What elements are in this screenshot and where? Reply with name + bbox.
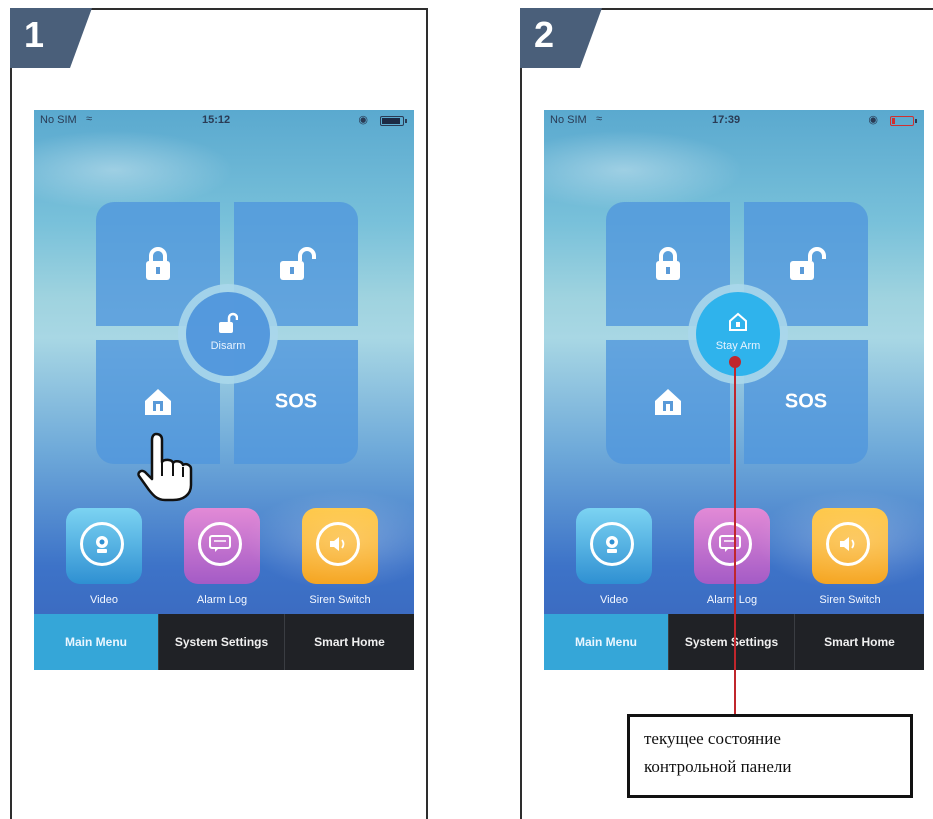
annotation-callout: текущее состояние контрольной панели [627,714,913,798]
sos-label: SOS [274,390,318,413]
siren-switch-app[interactable]: Siren Switch [810,508,890,606]
step-panel-2: 2 No SIM ≈ 17:39 ◉ SOS Stay Arm Video Al… [520,8,933,819]
status-bar: No SIM ≈ 17:39 ◉ [544,110,924,132]
alarm-log-label: Alarm Log [196,594,248,606]
siren-switch-label: Siren Switch [819,594,881,606]
step-panel-1: 1 No SIM ≈ 15:12 ◉ SOS Disarm Video Alar… [10,8,428,819]
status-time: 17:39 [712,114,741,126]
alarm-log-app[interactable]: Alarm Log [182,508,262,606]
wifi-icon: ≈ [596,113,603,125]
app-circle [590,522,634,566]
video-label: Video [90,594,118,606]
status-time: 15:12 [202,114,231,126]
siren-switch-label: Siren Switch [309,594,371,606]
video-app[interactable]: Video [64,508,144,606]
app-circle [826,522,870,566]
speaker-icon [330,537,345,551]
status-ring: Stay Arm [688,284,788,384]
rotation-lock-icon: ◉ [358,114,368,126]
carrier-label: No SIM [40,114,77,126]
annotation-line-1: текущее состояние [644,729,781,748]
step-badge: 1 [10,8,92,68]
app-circle [198,522,242,566]
step-number: 1 [24,14,45,55]
siren-switch-app[interactable]: Siren Switch [300,508,380,606]
video-app[interactable]: Video [574,508,654,606]
status-ring: Disarm [178,284,278,384]
wifi-icon: ≈ [86,113,93,125]
badge-shape [10,8,92,68]
padlock-open-icon [790,247,826,280]
arm-control-pad: SOS Stay Arm [606,202,870,466]
alarm-log-label: Alarm Log [706,594,758,606]
tab-main-menu[interactable]: Main Menu [34,614,158,670]
padlock-closed-icon [656,247,680,280]
alarm-log-tile[interactable] [694,508,770,584]
app-circle [80,522,124,566]
battery-icon [890,116,917,126]
video-label: Video [600,594,628,606]
step-number: 2 [534,14,555,55]
tab-system-settings[interactable]: System Settings [158,614,284,670]
camera-icon [606,536,618,553]
home-lock-icon [729,312,747,331]
chat-log-icon [209,535,231,552]
tab-system-settings[interactable]: System Settings [668,614,794,670]
app-circle [316,522,360,566]
app-row: Video Alarm Log Siren Switch [34,508,414,618]
tab-smart-home[interactable]: Smart Home [284,614,414,670]
app-circle [708,522,752,566]
annotation-leader-line [734,362,736,714]
bottom-tab-bar: Main Menu System Settings Smart Home [34,614,414,670]
step-badge: 2 [520,8,602,68]
alarm-log-tile[interactable] [184,508,260,584]
status-bar: No SIM ≈ 15:12 ◉ [34,110,414,132]
carrier-label: No SIM [550,114,587,126]
padlock-open-icon [280,247,316,280]
current-status-label: Disarm [210,340,246,352]
annotation-pointer-dot [729,356,741,368]
pointing-hand-icon [137,432,193,502]
battery-icon [380,116,407,126]
alarm-log-app[interactable]: Alarm Log [692,508,772,606]
chat-log-icon [719,535,741,552]
video-tile[interactable] [576,508,652,584]
current-status-label: Stay Arm [715,340,761,352]
battery-fill [382,118,400,124]
badge-shape [520,8,602,68]
phone-screen: No SIM ≈ 15:12 ◉ SOS Disarm Video Alarm … [34,110,414,680]
arm-control-pad: SOS Disarm [96,202,360,466]
siren-switch-tile[interactable] [812,508,888,584]
battery-fill [892,118,895,124]
speaker-icon [840,537,855,551]
home-lock-icon [655,389,681,415]
rotation-lock-icon: ◉ [868,114,878,126]
padlock-open-icon [219,312,238,333]
tab-main-menu[interactable]: Main Menu [544,614,668,670]
padlock-closed-icon [146,247,170,280]
siren-switch-tile[interactable] [302,508,378,584]
camera-icon [96,536,108,553]
annotation-line-2: контрольной панели [644,757,792,776]
current-status-button[interactable]: Disarm [186,292,270,376]
home-lock-icon [145,389,171,415]
tab-smart-home[interactable]: Smart Home [794,614,924,670]
screen-bottom-edge [34,670,414,680]
video-tile[interactable] [66,508,142,584]
sos-label: SOS [784,390,828,413]
